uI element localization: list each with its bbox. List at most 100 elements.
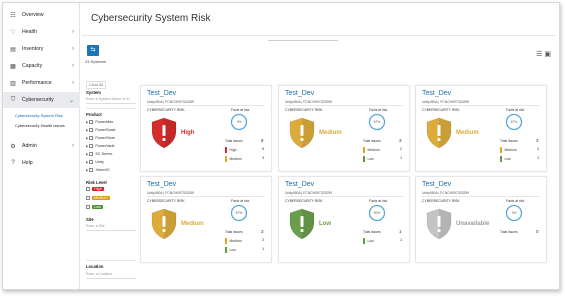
page-title: Cybersecurity System Risk xyxy=(91,13,211,24)
risk-shield-icon xyxy=(289,208,315,240)
product-checkbox-unity[interactable]: ▶ Unity xyxy=(86,160,104,164)
sidebar-item-overview[interactable]: ☷ Overview xyxy=(3,7,80,23)
issue-severity-bar xyxy=(225,155,227,162)
sidebar-item-capacity[interactable]: ▦ Capacity › xyxy=(3,58,80,74)
issue-row: Medium xyxy=(225,237,242,244)
total-issues-value: 3 xyxy=(399,138,402,143)
sidebar-subitem-health-issues[interactable]: Cybersecurity Health Issues xyxy=(15,123,65,128)
risk-checkbox-high[interactable]: High xyxy=(86,187,104,191)
issue-severity-bar xyxy=(363,155,365,162)
system-name-link[interactable]: Test_Dev xyxy=(285,90,314,97)
risk-checkbox-medium[interactable]: Medium xyxy=(86,196,110,200)
filter-risk-title: Risk Level xyxy=(86,180,107,185)
risk-level-text: Medium xyxy=(319,130,342,136)
system-name-link[interactable]: Test_Dev xyxy=(285,181,314,188)
sidebar-subitem-system-risk[interactable]: Cybersecurity System Risk xyxy=(15,113,63,118)
clear-all-button[interactable]: Clear All xyxy=(86,81,107,89)
system-card[interactable]: Test_Dev Unity450A | FCNCH097323259 CYBERS… xyxy=(140,176,272,263)
expand-icon[interactable]: ▶ xyxy=(86,120,88,124)
facts-at-risk-value: 0% xyxy=(511,211,517,215)
system-card[interactable]: Test_Dev Unity450A | FCNCH097323259 CYBERS… xyxy=(415,85,547,172)
total-issues-value: 0 xyxy=(536,229,539,234)
system-card[interactable]: Test_Dev Unity450A | FCNCH097323259 CYBERS… xyxy=(140,85,272,172)
checkbox[interactable] xyxy=(89,152,94,156)
card-divider xyxy=(285,196,403,197)
product-checkbox-sc-series[interactable]: ▶ SC Series xyxy=(86,152,112,156)
cybersecurity-risk-label: CYBERSECURITY RISK xyxy=(147,108,185,112)
expand-icon[interactable]: ▶ xyxy=(86,160,88,164)
checkbox[interactable] xyxy=(89,168,94,172)
cybersecurity-risk-label: CYBERSECURITY RISK xyxy=(285,199,323,203)
risk-level-text: High xyxy=(181,130,195,136)
risk-shield-icon xyxy=(426,208,452,240)
capacity-icon: ▦ xyxy=(10,63,16,70)
product-checkbox-powerscale[interactable]: ▶ PowerScale xyxy=(86,128,116,132)
sidebar-item-cybersecurity[interactable]: ⛉ Cybersecurity ⌄ xyxy=(3,92,80,108)
tab-underline xyxy=(268,40,338,41)
cybersecurity-risk-label: CYBERSECURITY RISK xyxy=(285,108,323,112)
risk-checkbox-low[interactable]: Low xyxy=(86,205,103,209)
issue-row: High xyxy=(225,146,236,153)
sidebar-item-label: Admin xyxy=(22,143,37,149)
checkbox[interactable] xyxy=(86,205,90,209)
system-name-link[interactable]: Test_Dev xyxy=(147,90,176,97)
grid-icon: ☷ xyxy=(10,12,16,19)
filter-divider xyxy=(86,108,136,109)
system-serial: Unity450A | FCNCH097323259 xyxy=(147,100,195,104)
checkbox[interactable] xyxy=(86,187,90,191)
card-view-icon[interactable]: ▣ xyxy=(544,51,553,58)
checkbox[interactable] xyxy=(89,160,94,164)
sidebar-item-admin[interactable]: ⚙ Admin › xyxy=(3,138,80,154)
sidebar-item-label: Cybersecurity xyxy=(22,97,54,103)
checkbox[interactable] xyxy=(86,196,90,200)
issue-count: 1 xyxy=(400,156,403,160)
facts-at-risk-value: 90% xyxy=(373,211,381,215)
facts-at-risk-label: Facts at risk xyxy=(369,108,388,112)
facts-at-risk-label: Facts at risk xyxy=(369,199,388,203)
sidebar-item-health[interactable]: ♡ Health › xyxy=(3,24,80,40)
facts-at-risk-label: Facts at risk xyxy=(506,108,525,112)
product-checkbox-powerstore[interactable]: ▶ PowerStore xyxy=(86,136,115,140)
risk-shield-icon xyxy=(151,117,177,149)
system-serial: Unity450A | FCNCH097323259 xyxy=(285,191,333,195)
product-checkbox-xtremio[interactable]: ▶ XtremIO xyxy=(86,168,109,172)
filter-site-title: Site xyxy=(86,217,94,222)
system-name-link[interactable]: Test_Dev xyxy=(422,181,451,188)
system-search-input[interactable]: Enter a System Name or ID xyxy=(86,97,136,104)
issue-severity-bar xyxy=(225,146,227,153)
expand-icon[interactable]: ▶ xyxy=(86,136,88,140)
checkbox[interactable] xyxy=(89,128,94,132)
expand-icon[interactable]: ▶ xyxy=(86,168,88,172)
sidebar-item-performance[interactable]: ▥ Performance › xyxy=(3,75,80,91)
sidebar-item-inventory[interactable]: ▤ Inventory › xyxy=(3,41,80,57)
location-input[interactable]: Enter a Location xyxy=(86,272,136,279)
sidebar-item-label: Overview xyxy=(22,12,44,18)
system-card[interactable]: Test_Dev Unity450A | FCNCH097323259 CYBERS… xyxy=(278,85,410,172)
gear-icon: ⚙ xyxy=(10,143,16,150)
facts-at-risk-value: 0% xyxy=(236,120,242,124)
card-divider xyxy=(147,196,265,197)
checkbox[interactable] xyxy=(89,136,94,140)
risk-shield-icon xyxy=(151,208,177,240)
checkbox-label: PowerStore xyxy=(95,136,116,140)
system-name-link[interactable]: Test_Dev xyxy=(147,181,176,188)
card-divider xyxy=(285,105,403,106)
checkbox[interactable] xyxy=(89,144,94,148)
product-checkbox-powervault[interactable]: ▶ PowerVault xyxy=(86,144,114,148)
chevron-down-icon: ⌄ xyxy=(68,97,74,104)
expand-icon[interactable]: ▶ xyxy=(86,128,88,132)
expand-icon[interactable]: ▶ xyxy=(86,144,88,148)
system-name-link[interactable]: Test_Dev xyxy=(422,90,451,97)
expand-icon[interactable]: ▶ xyxy=(86,152,88,156)
system-card[interactable]: Test_Dev Unity450A | FCNCH097323259 CYBERS… xyxy=(278,176,410,263)
checkbox[interactable] xyxy=(89,120,94,124)
risk-level-text: Medium xyxy=(456,130,479,136)
issue-count: 2 xyxy=(262,238,265,242)
sidebar-item-help[interactable]: ? Help xyxy=(3,155,80,171)
header-divider xyxy=(82,35,555,36)
system-card[interactable]: Test_Dev Unity450A | FCNCH097323259 CYBERS… xyxy=(415,176,547,263)
product-checkbox-powermax[interactable]: ▶ PowerMax xyxy=(86,120,113,124)
systems-toggle-button[interactable]: ⇆ xyxy=(87,45,99,56)
risk-shield-icon xyxy=(289,117,315,149)
site-input[interactable]: Enter a Site xyxy=(86,224,136,231)
